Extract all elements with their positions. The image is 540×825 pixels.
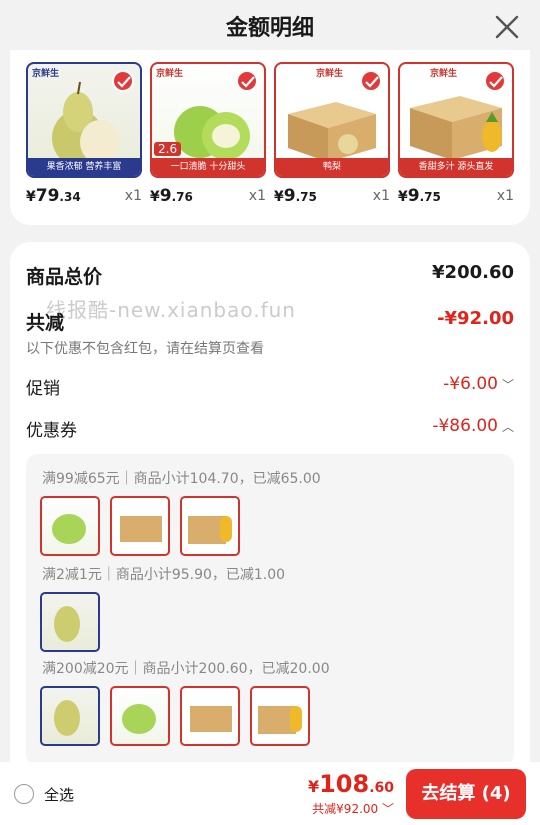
selected-check[interactable] [360, 70, 382, 92]
chevron-down-icon: ﹀ [378, 802, 394, 816]
saved-amount[interactable]: 共减¥92.00 ﹀ [312, 800, 394, 817]
coupon-group-text: 满99减65元｜商品小计104.70，已减65.00 [42, 471, 321, 487]
product-quantity: x1 [248, 188, 266, 204]
coupon-product-thumb [40, 686, 100, 746]
product-quantity: x1 [372, 188, 390, 204]
product-quantity: x1 [496, 188, 514, 204]
select-all-radio[interactable] [14, 784, 34, 804]
coupon-product-thumb [250, 686, 310, 746]
page-title: 金额明细 [225, 16, 314, 41]
close-icon [495, 15, 519, 39]
close-button[interactable] [494, 14, 520, 40]
reduce-label: 共减 [26, 312, 65, 334]
checkout-bar: 全选 ¥108.60 共减¥92.00 ﹀ 去结算 (4) [0, 762, 540, 825]
coupon-group-text: 满200减20元｜商品小计200.60，已减20.00 [42, 661, 330, 677]
coupon-product-thumb [110, 496, 170, 556]
selected-check[interactable] [236, 70, 258, 92]
price-summary: 商品总价 ¥200.60 线报酷-new.xianbao.fun 共减 -¥92… [10, 242, 530, 782]
coupon-value-wrap: -¥86.00 ︿ [432, 416, 514, 436]
coupon-product-thumb [40, 496, 100, 556]
coupon-group-text: 满2减1元｜商品小计95.90，已减1.00 [42, 567, 286, 583]
total-row: 商品总价 ¥200.60 [26, 260, 514, 290]
product-quantity: x1 [124, 188, 142, 204]
product-banner: 香甜多汁 源头直发 [400, 158, 512, 176]
product-price: ¥9.75 [398, 186, 441, 206]
chevron-down-icon[interactable]: ﹀ [502, 376, 514, 393]
product-card[interactable]: 京鲜生 2.6 一口清脆 十分甜头 ¥9.76 x1 [150, 62, 266, 206]
payable-amount: ¥108.60 [307, 770, 394, 798]
coupon-product-thumb [110, 686, 170, 746]
product-price: ¥79.34 [26, 186, 81, 206]
promo-value-wrap: -¥6.00 ﹀ [443, 374, 514, 394]
check-icon [365, 76, 379, 88]
price-badge: 2.6 [154, 142, 182, 156]
product-price: ¥9.76 [150, 186, 193, 206]
product-thumbnail[interactable]: 京鲜生 鸭梨 [274, 62, 390, 178]
product-strip: 京鲜生 果香浓郁 营养丰富 ¥79.34 x1 京鲜生 2.6 一口清脆 十分甜… [10, 50, 530, 225]
promo-row[interactable]: 促销 -¥6.00 ﹀ [26, 372, 514, 402]
reduce-value: -¥92.00 [437, 308, 514, 329]
total-value: ¥200.60 [432, 262, 514, 283]
product-thumbnail[interactable]: 京鲜生 2.6 一口清脆 十分甜头 [150, 62, 266, 178]
product-thumbnail[interactable]: 京鲜生 果香浓郁 营养丰富 [26, 62, 142, 178]
product-price: ¥9.75 [274, 186, 317, 206]
product-banner: 一口清脆 十分甜头 [152, 158, 264, 176]
checkout-button[interactable]: 去结算 (4) [406, 769, 526, 819]
check-icon [241, 76, 255, 88]
promo-value: -¥6.00 [443, 374, 498, 394]
product-thumbnail[interactable]: 京鲜生 香甜多汁 源头直发 [398, 62, 514, 178]
coupon-product-thumb [180, 496, 240, 556]
product-card[interactable]: 京鲜生 鸭梨 ¥9.75 x1 [274, 62, 390, 206]
discount-note: 以下优惠不包含红包，请在结算页查看 [26, 341, 264, 357]
coupon-details: 满99减65元｜商品小计104.70，已减65.00 满2减1元｜商品小计95.… [26, 454, 514, 766]
check-icon [489, 76, 503, 88]
reduce-row: 共减 -¥92.00 [26, 306, 514, 336]
coupon-product-thumb [40, 592, 100, 652]
product-banner: 鸭梨 [276, 158, 388, 176]
coupon-row[interactable]: 优惠券 -¥86.00 ︿ [26, 414, 514, 444]
product-card[interactable]: 京鲜生 果香浓郁 营养丰富 ¥79.34 x1 [26, 62, 142, 206]
modal-header: 金额明细 [0, 0, 540, 56]
chevron-up-icon[interactable]: ︿ [502, 418, 514, 435]
coupon-product-thumb [180, 686, 240, 746]
coupon-label: 优惠券 [26, 421, 77, 441]
select-all-label[interactable]: 全选 [44, 784, 74, 805]
coupon-value: -¥86.00 [432, 416, 498, 436]
check-icon [117, 76, 131, 88]
product-card[interactable]: 京鲜生 香甜多汁 源头直发 ¥9.75 x1 [398, 62, 514, 206]
selected-check[interactable] [112, 70, 134, 92]
total-label: 商品总价 [26, 266, 103, 288]
selected-check[interactable] [484, 70, 506, 92]
product-banner: 果香浓郁 营养丰富 [28, 158, 140, 176]
promo-label: 促销 [26, 379, 60, 399]
